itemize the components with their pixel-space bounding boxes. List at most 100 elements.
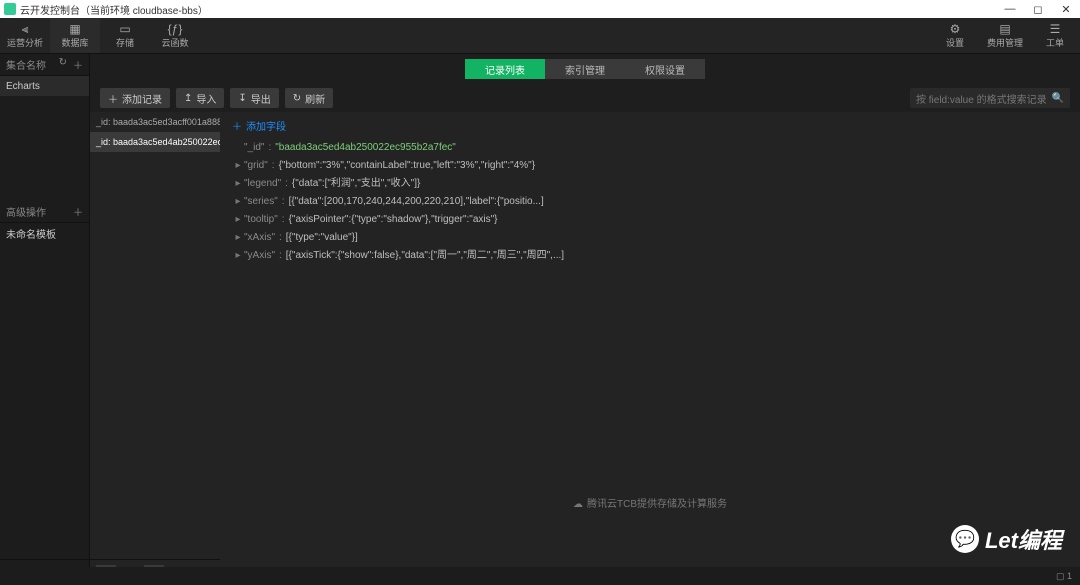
btn-label: 添加记录 xyxy=(122,91,162,106)
json-key: "_id" xyxy=(244,139,264,157)
colon: : xyxy=(264,139,275,157)
json-field-row[interactable]: ▸"legend":{"data":["利润","支出","收入"]} xyxy=(232,175,1068,193)
nav-storage[interactable]: ▭存储 xyxy=(100,18,150,53)
export-icon: ↧ xyxy=(238,93,246,104)
json-field-row[interactable]: ▸"grid":{"bottom":"3%","containLabel":tr… xyxy=(232,157,1068,175)
btn-label: 刷新 xyxy=(305,91,325,106)
sidebar: 集合名称 ↻ ＋ Echarts 高级操作 ＋ 未命名模板 ▭ 数据库回档 xyxy=(0,54,90,585)
json-value: [{"axisTick":{"show":false},"data":["周一"… xyxy=(286,247,564,265)
btn-label: 导出 xyxy=(251,91,271,106)
app-icon xyxy=(4,3,16,15)
close-window-button[interactable]: ✕ xyxy=(1056,3,1076,16)
service-footer-text: 腾讯云TCB提供存储及计算服务 xyxy=(587,499,727,510)
database-icon: ▦ xyxy=(69,23,80,35)
colon: : xyxy=(268,157,279,175)
sidebar-head-label: 集合名称 xyxy=(6,57,46,72)
nav-label: 设置 xyxy=(946,36,964,49)
nav-database[interactable]: ▦数据库 xyxy=(50,18,100,53)
colon: : xyxy=(278,211,289,229)
tab-label: 权限设置 xyxy=(645,62,685,77)
collection-label: Echarts xyxy=(6,81,40,92)
add-field-link[interactable]: ＋ 添加字段 xyxy=(232,118,1068,133)
doc-id-label: _id: baada3ac5ed3acff001a88813a... xyxy=(96,117,220,127)
json-field-row[interactable]: ▸"yAxis":[{"axisTick":{"show":false},"da… xyxy=(232,247,1068,265)
json-value: [{"data":[200,170,240,244,200,220,210],"… xyxy=(289,193,544,211)
watermark-text: Let编程 xyxy=(985,523,1062,555)
document-list: _id: baada3ac5ed3acff001a88813a... _id: … xyxy=(90,112,220,585)
expand-caret-icon[interactable]: ▸ xyxy=(232,211,244,229)
expand-caret-icon[interactable]: ▸ xyxy=(232,229,244,247)
import-button[interactable]: ↥导入 xyxy=(176,88,224,108)
refresh-collections-icon[interactable]: ↻ xyxy=(59,57,67,72)
nav-billing[interactable]: ▤费用管理 xyxy=(980,18,1030,53)
template-label: 未命名模板 xyxy=(6,226,56,241)
template-item[interactable]: 未命名模板 xyxy=(0,223,89,243)
expand-caret-icon[interactable]: ▸ xyxy=(232,247,244,265)
json-key: "xAxis" xyxy=(244,229,275,247)
btn-label: 导入 xyxy=(196,91,216,106)
colon: : xyxy=(275,229,286,247)
expand-caret-icon[interactable]: ▸ xyxy=(232,157,244,175)
add-collection-icon[interactable]: ＋ xyxy=(73,57,83,72)
nav-label: 费用管理 xyxy=(987,36,1023,49)
storage-icon: ▭ xyxy=(119,23,130,35)
json-field-row[interactable]: ▸"xAxis":[{"type":"value"}] xyxy=(232,229,1068,247)
status-text: ▢ 1 xyxy=(1056,571,1072,582)
function-icon: {ƒ} xyxy=(168,23,183,35)
refresh-button[interactable]: ↻ 刷新 xyxy=(285,88,333,108)
colon: : xyxy=(278,193,289,211)
add-field-label: 添加字段 xyxy=(246,118,286,133)
colon: : xyxy=(281,175,292,193)
json-key: "series" xyxy=(244,193,278,211)
search-input[interactable]: 按 field:value 的格式搜索记录 🔍 xyxy=(910,88,1070,108)
expand-caret-icon[interactable]: ▸ xyxy=(232,193,244,211)
tab-label: 索引管理 xyxy=(565,62,605,77)
nav-label: 工单 xyxy=(1046,36,1064,49)
window-title: 云开发控制台（当前环境 cloudbase-bbs） xyxy=(20,2,208,17)
toolbar: ＋ 添加记录 ↥导入 ↧ 导出 ↻ 刷新 按 field:value 的格式搜索记录 … xyxy=(90,84,1080,112)
tab-index-management[interactable]: 索引管理 xyxy=(545,59,625,79)
nav-settings[interactable]: ⚙设置 xyxy=(930,18,980,53)
nav-analytics[interactable]: ⫷运营分析 xyxy=(0,18,50,53)
json-field-row[interactable]: ▸"series":[{"data":[200,170,240,244,200,… xyxy=(232,193,1068,211)
document-row[interactable]: _id: baada3ac5ed3acff001a88813a... xyxy=(90,112,220,132)
advanced-head-label: 高级操作 xyxy=(6,204,46,219)
collection-item-echarts[interactable]: Echarts xyxy=(0,76,89,96)
json-field-row[interactable]: ▸"tooltip":{"axisPointer":{"type":"shado… xyxy=(232,211,1068,229)
doc-id-label: _id: baada3ac5ed4ab250022ec955... xyxy=(96,137,220,147)
search-placeholder: 按 field:value 的格式搜索记录 xyxy=(916,91,1047,106)
export-button[interactable]: ↧ 导出 xyxy=(230,88,278,108)
nav-label: 云函数 xyxy=(161,36,188,49)
tcb-cloud-icon: ☁ xyxy=(573,499,583,510)
json-viewer: ＋添加字段 "_id":"baada3ac5ed4ab250022ec955b2… xyxy=(220,112,1080,585)
plus-icon: ＋ xyxy=(232,118,242,133)
tab-record-list[interactable]: 记录列表 xyxy=(465,59,545,79)
tab-permissions[interactable]: 权限设置 xyxy=(625,59,705,79)
json-value: [{"type":"value"}] xyxy=(286,229,358,247)
json-field-row[interactable]: "_id":"baada3ac5ed4ab250022ec955b2a7fec" xyxy=(232,139,1068,157)
nav-label: 存储 xyxy=(116,36,134,49)
reload-icon: ↻ xyxy=(293,93,301,104)
expand-caret-icon[interactable]: ▸ xyxy=(232,175,244,193)
document-row[interactable]: _id: baada3ac5ed4ab250022ec955... xyxy=(90,132,220,152)
json-value: {"bottom":"3%","containLabel":true,"left… xyxy=(279,157,536,175)
minimize-button[interactable]: — xyxy=(1000,3,1020,16)
colon: : xyxy=(275,247,286,265)
maximize-button[interactable]: ◻ xyxy=(1028,3,1048,16)
content-tabs: 记录列表 索引管理 权限设置 xyxy=(90,54,1080,84)
json-value: "baada3ac5ed4ab250022ec955b2a7fec" xyxy=(275,139,456,157)
ticket-icon: ☰ xyxy=(1050,23,1061,35)
add-record-button[interactable]: ＋ 添加记录 xyxy=(100,88,170,108)
json-key: "grid" xyxy=(244,157,268,175)
plus-icon: ＋ xyxy=(108,91,118,106)
watermark: 💬 Let编程 xyxy=(951,523,1062,555)
json-key: "yAxis" xyxy=(244,247,275,265)
json-value: {"axisPointer":{"type":"shadow"},"trigge… xyxy=(289,211,498,229)
add-template-icon[interactable]: ＋ xyxy=(73,204,83,219)
chart-icon: ⫷ xyxy=(22,23,29,35)
nav-cloudfunctions[interactable]: {ƒ}云函数 xyxy=(150,18,200,53)
top-navigation: ⫷运营分析 ▦数据库 ▭存储 {ƒ}云函数 ⚙设置 ▤费用管理 ☰工单 xyxy=(0,18,1080,54)
nav-label: 数据库 xyxy=(61,36,88,49)
json-value: {"data":["利润","支出","收入"]} xyxy=(292,175,420,193)
nav-ticket[interactable]: ☰工单 xyxy=(1030,18,1080,53)
